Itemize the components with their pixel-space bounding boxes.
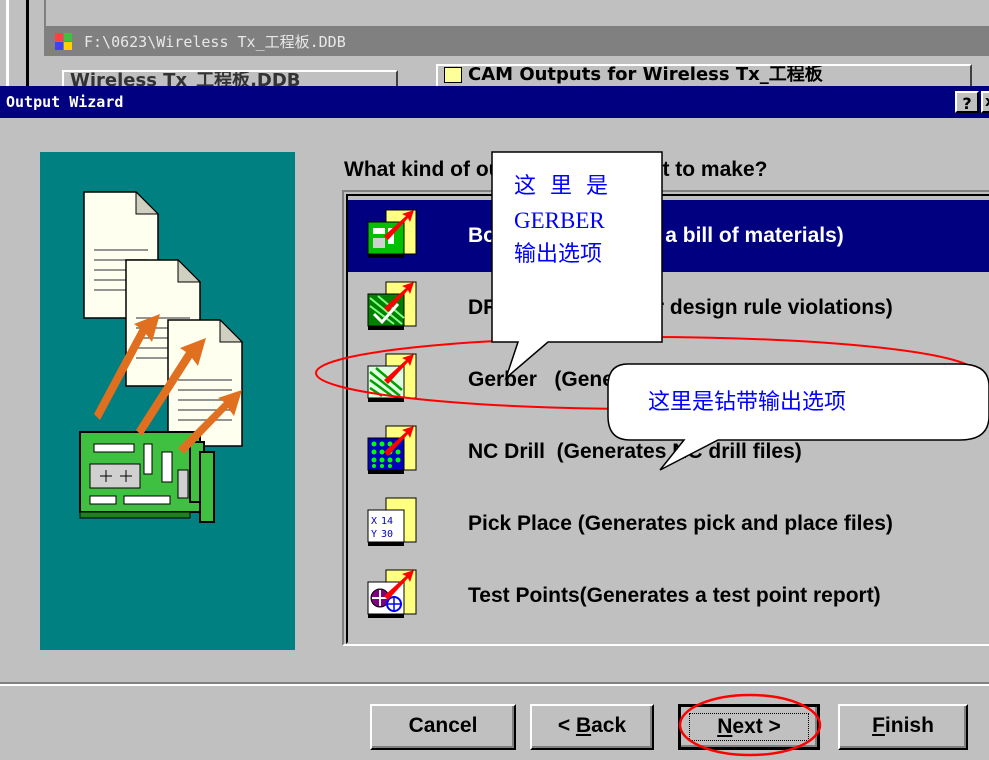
- svg-text:14: 14: [381, 516, 393, 527]
- wizard-illustration: [40, 152, 295, 650]
- close-button[interactable]: x: [981, 91, 989, 113]
- nc-drill-icon: [367, 425, 417, 474]
- list-item-label: DRC (Checks for design rule violations): [468, 296, 893, 319]
- background-tab-strip: Wireless Tx_工程板.DDB CAM Outputs for Wire…: [44, 56, 989, 92]
- test-points-icon: [367, 569, 417, 618]
- list-item-label: Pick Place (Generates pick and place fil…: [468, 512, 893, 535]
- next-button[interactable]: Next >: [678, 704, 820, 750]
- help-button[interactable]: ?: [955, 91, 979, 113]
- finish-button-rest: inish: [884, 714, 934, 737]
- background-window-frame: [0, 0, 46, 88]
- finish-button[interactable]: Finish: [838, 704, 968, 750]
- background-window-title: F:\0623\Wireless Tx_工程板.DDB: [84, 33, 346, 51]
- finish-button-mnemonic: F: [872, 714, 885, 737]
- callout-text-gerber: 这里是 GERBER 输出选项: [514, 170, 622, 272]
- list-item-label: NC Drill (Generates NC drill files): [468, 440, 802, 463]
- pick-place-icon: X 14 Y 30: [367, 497, 417, 546]
- output-type-listbox[interactable]: Bom (Generates a bill of materials) DRC …: [342, 190, 989, 646]
- callout-line: 这里是: [514, 174, 623, 199]
- pcb-card-icon: [79, 431, 215, 523]
- list-item-bom[interactable]: Bom (Generates a bill of materials): [348, 200, 989, 272]
- focus-rectangle: [689, 713, 809, 741]
- tab-cam-outputs-label: CAM Outputs for Wireless Tx_工程板: [468, 64, 823, 85]
- svg-text:X: X: [371, 516, 377, 527]
- cancel-button[interactable]: Cancel: [370, 704, 516, 750]
- drc-icon: [367, 281, 417, 330]
- output-wizard-dialog: Output Wizard ? x: [0, 86, 989, 760]
- callout-text-nc-drill: 这里是钻带输出选项: [648, 390, 847, 415]
- dialog-titlebar[interactable]: Output Wizard ? x: [0, 86, 989, 118]
- dialog-title: Output Wizard: [6, 93, 124, 111]
- svg-text:Y: Y: [371, 529, 377, 540]
- background-app-window: F:\0623\Wireless Tx_工程板.DDB Wireless Tx_…: [0, 0, 989, 92]
- back-button-mnemonic: B: [575, 714, 592, 737]
- back-button-rest: ack: [591, 714, 627, 737]
- protel-app-icon: [55, 33, 72, 50]
- svg-text:30: 30: [381, 529, 393, 540]
- callout-line: 输出选项: [514, 242, 603, 267]
- back-button[interactable]: < Back: [530, 704, 654, 750]
- list-item-drc[interactable]: DRC (Checks for design rule violations): [348, 272, 989, 344]
- back-button-prefix: <: [557, 714, 576, 737]
- document-icon: [444, 67, 462, 83]
- documents-pcb-illustration: [79, 190, 244, 523]
- bom-icon: [367, 209, 417, 258]
- list-item-nc-drill[interactable]: NC Drill (Generates NC drill files): [348, 416, 989, 488]
- dialog-separator: [0, 682, 989, 686]
- list-item-test-points[interactable]: Test Points(Generates a test point repor…: [348, 560, 989, 632]
- list-item-label: Test Points(Generates a test point repor…: [468, 584, 881, 607]
- list-item-pick-place[interactable]: X 14 Y 30 Pick Place (Generates pick and…: [348, 488, 989, 560]
- callout-line: GERBER: [514, 208, 605, 233]
- background-titlebar[interactable]: F:\0623\Wireless Tx_工程板.DDB: [44, 26, 989, 56]
- gerber-icon: [367, 353, 417, 402]
